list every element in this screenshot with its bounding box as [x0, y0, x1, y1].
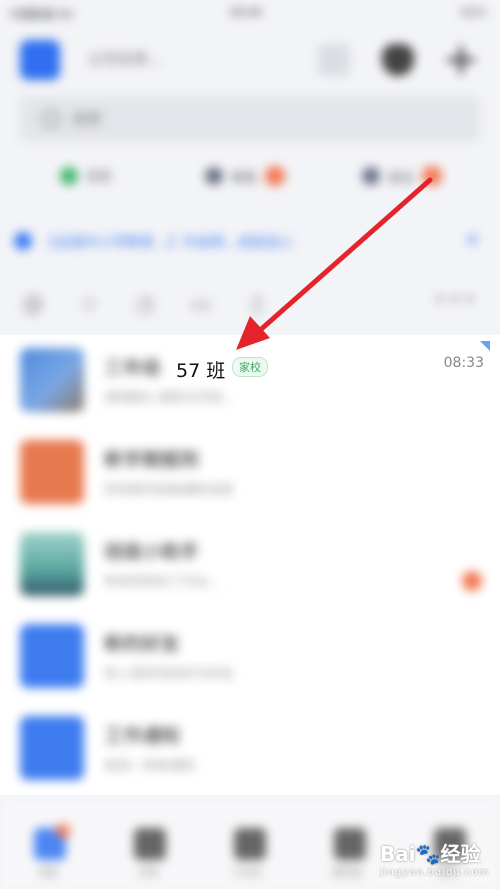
- unread-badge: [422, 166, 443, 186]
- quick-tabs: 日历 审批 会议: [0, 160, 500, 200]
- add-icon[interactable]: [445, 44, 477, 76]
- chat-title: 新的好友: [104, 633, 181, 655]
- notice-banner[interactable]: 【全国中小学教育…】开启网…成就加入 ✕: [0, 222, 500, 264]
- list-item[interactable]: 班级小助手 李老师发布了作业…: [0, 519, 500, 611]
- chat-time: 08:33: [443, 355, 484, 371]
- list-item[interactable]: 新的好友 有人请求添加你为好友: [0, 611, 500, 703]
- tab-docs[interactable]: 文档: [138, 864, 158, 879]
- chat-preview: [群通知] 请家长尽快…: [104, 391, 236, 406]
- tab-workbench[interactable]: 工作台: [232, 864, 262, 879]
- pin-marker: [480, 341, 490, 351]
- chat-title: 班级小助手: [104, 541, 200, 563]
- chat-preview: 有人请求添加你为好友: [104, 667, 235, 682]
- chat-title: 工作通知: [104, 725, 181, 747]
- app-header: 公司名称…: [0, 28, 500, 90]
- workbench-tab-icon[interactable]: [234, 828, 266, 860]
- more-icon[interactable]: •••: [433, 288, 478, 313]
- contacts-tab-icon[interactable]: [334, 828, 366, 860]
- list-item[interactable]: 新学期报到 您有新的班级通知消息: [0, 427, 500, 519]
- list-item[interactable]: 工作通知 收到一条新通知: [0, 703, 500, 795]
- chat-preview: 您有新的班级通知消息: [104, 483, 235, 498]
- search-placeholder: 搜索: [72, 110, 103, 128]
- avatar: [20, 348, 84, 412]
- chat-title-hidden: 三年级: [104, 357, 162, 379]
- avatar: [20, 624, 84, 688]
- chat-title: 57 班: [176, 360, 226, 382]
- calendar-icon: [60, 166, 78, 185]
- scan-icon[interactable]: [318, 44, 350, 76]
- bookmark-icon[interactable]: ▭: [188, 292, 214, 318]
- clock: 08:48: [230, 6, 262, 19]
- shield-icon[interactable]: [382, 44, 414, 76]
- list-item[interactable]: 三年级 57 班 家校 08:33 [群通知] 请家长尽快…: [0, 335, 500, 427]
- chat-preview: 李老师发布了作业…: [104, 575, 222, 590]
- baidu-watermark: Bai🐾经验 jingyan.baidu.com: [380, 842, 490, 878]
- org-logo[interactable]: [20, 40, 60, 80]
- carrier: 中国联通 4G: [10, 8, 74, 21]
- avatar: [20, 716, 84, 780]
- quick-tab-calendar[interactable]: 日历: [60, 166, 112, 185]
- chat-list: 三年级 57 班 家校 08:33 [群通知] 请家长尽快… 新学期报到 您有新…: [0, 335, 500, 795]
- notice-icon: [14, 232, 32, 250]
- quick-tab-label: 审批: [231, 170, 258, 186]
- filter-row: @ ☆ ◷ ▭ ▯ •••: [0, 284, 500, 328]
- docs-tab-icon[interactable]: [134, 828, 166, 860]
- search-icon: [42, 110, 60, 128]
- tab-contacts[interactable]: 通讯录: [332, 864, 362, 879]
- quick-tab-approval[interactable]: 审批: [205, 166, 286, 186]
- quick-tab-label: 会议: [388, 170, 415, 186]
- meeting-icon: [362, 167, 380, 185]
- quick-tab-meeting[interactable]: 会议: [362, 166, 443, 186]
- quick-tab-label: 日历: [86, 170, 113, 185]
- chat-title: 新学期报到: [104, 449, 200, 471]
- unread-badge: [265, 166, 286, 186]
- unread-badge: [462, 571, 482, 591]
- banner-text: 【全国中小学教育…】开启网…成就加入: [42, 235, 294, 251]
- battery: 61%: [461, 6, 486, 19]
- status-bar: 中国联通 4G 08:48 61%: [0, 0, 500, 28]
- school-tag: 家校: [232, 357, 268, 377]
- star-icon[interactable]: ☆: [76, 292, 102, 318]
- chat-preview: 收到一条新通知: [104, 759, 196, 774]
- org-name[interactable]: 公司名称…: [88, 48, 163, 69]
- search-bar[interactable]: 搜索: [20, 96, 480, 142]
- avatar: [20, 532, 84, 596]
- clock-icon[interactable]: ◷: [132, 292, 158, 318]
- approval-icon: [205, 167, 223, 185]
- at-icon[interactable]: @: [20, 292, 46, 318]
- file-icon[interactable]: ▯: [244, 292, 270, 318]
- avatar: [20, 440, 84, 504]
- close-icon[interactable]: ✕: [465, 230, 480, 251]
- unread-badge: [56, 824, 70, 838]
- tab-messages[interactable]: 消息: [38, 864, 58, 879]
